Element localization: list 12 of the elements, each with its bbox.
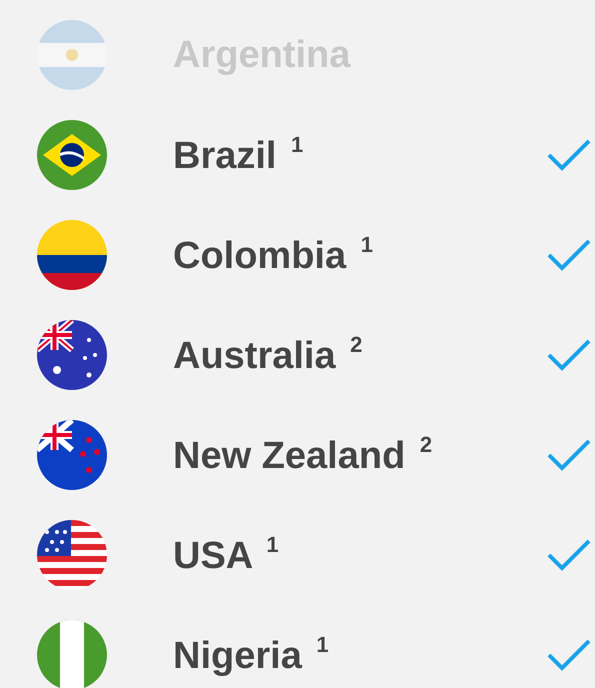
country-name: New Zealand $^{2}$ — [173, 432, 434, 478]
country-name: USA $^{1}$ — [173, 532, 280, 578]
country-name: Brazil $^{1}$ — [173, 132, 304, 178]
country-name: Colombia $^{1}$ — [173, 232, 374, 278]
country-item[interactable]: USA $^{1}$ — [0, 505, 595, 605]
country-name: Nigeria $^{1}$ — [173, 632, 330, 678]
country-item[interactable]: Colombia $^{1}$ — [0, 205, 595, 305]
country-item[interactable]: Brazil $^{1}$ — [0, 105, 595, 205]
country-item[interactable]: New Zealand $^{2}$ — [0, 405, 595, 505]
country-item[interactable]: Australia $^{2}$ — [0, 305, 595, 405]
country-item[interactable]: Nigeria $^{1}$ — [0, 605, 595, 688]
country-name: Australia $^{2}$ — [173, 332, 364, 378]
